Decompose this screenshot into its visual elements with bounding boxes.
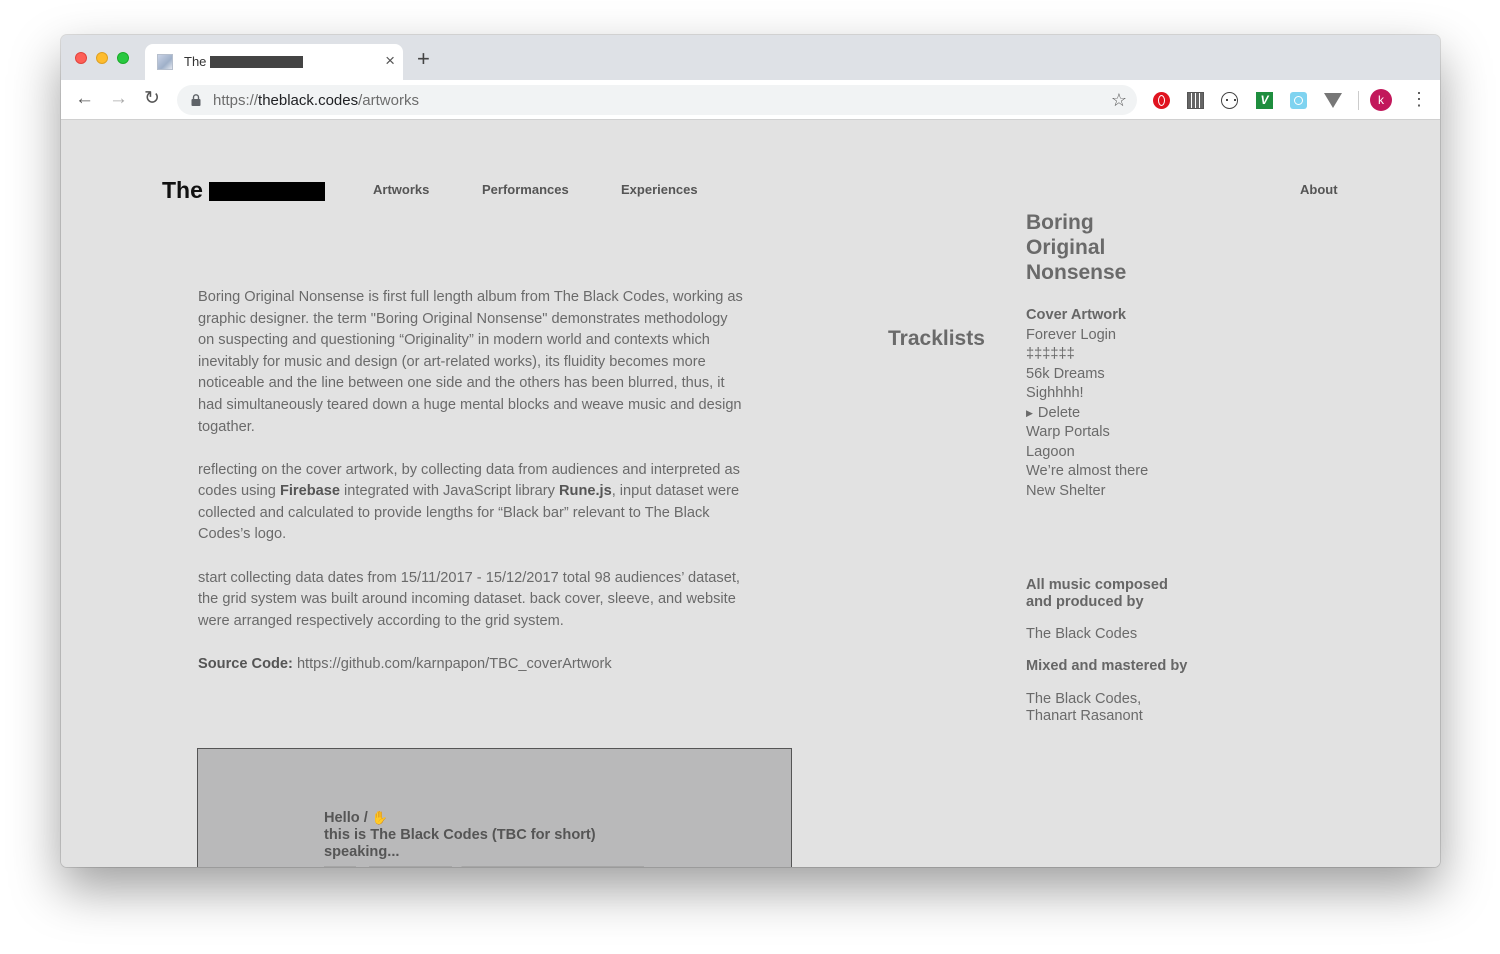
nav-experiences[interactable]: Experiences — [621, 182, 698, 197]
track-item[interactable]: ‡‡‡‡‡‡ — [1026, 345, 1148, 365]
address-bar[interactable]: https://theblack.codes/artworks ☆ — [177, 85, 1137, 115]
preview-text: Hello / ✋ this is The Black Codes (TBC f… — [324, 809, 654, 861]
logo-black-bar — [208, 182, 325, 201]
back-icon[interactable]: ← — [75, 89, 94, 109]
vee-icon[interactable] — [1324, 93, 1342, 108]
track-item[interactable]: 56k Dreams — [1026, 365, 1148, 385]
nav-performances[interactable]: Performances — [482, 182, 569, 197]
source-code-link[interactable]: https://github.com/karnpapon/TBC_coverAr… — [297, 656, 612, 672]
lock-icon — [191, 94, 201, 106]
bookmark-star-icon[interactable]: ☆ — [1111, 90, 1127, 111]
minimize-window-button[interactable] — [96, 52, 108, 64]
article-paragraph-1: Boring Original Nonsense is first full l… — [198, 289, 743, 435]
close-window-button[interactable] — [75, 52, 87, 64]
album-title-line: Nonsense — [1026, 261, 1127, 284]
tab-title: The — [184, 54, 304, 69]
url-host: theblack.codes — [258, 92, 359, 109]
runejs-label: Rune.js — [558, 483, 612, 500]
url-path: /artworks — [358, 92, 419, 109]
profile-avatar[interactable]: k — [1370, 89, 1392, 111]
tab-title-text: The — [184, 54, 207, 69]
track-item[interactable]: Lagoon — [1026, 443, 1148, 463]
active-tab[interactable]: The × — [145, 44, 403, 80]
tab-strip: The × + — [61, 35, 1440, 80]
menu-kebab-icon[interactable]: ⋮ — [1410, 89, 1428, 109]
composed-value: The Black Codes — [1026, 626, 1138, 642]
grid-icon[interactable] — [1187, 92, 1204, 109]
paragraph-2-text-b: integrated with JavaScript library — [339, 483, 559, 500]
site-logo[interactable]: The — [162, 177, 325, 204]
album-title-line: Boring — [1026, 211, 1094, 234]
logo-text: The — [162, 177, 203, 203]
preview-panel: Hello / ✋ this is The Black Codes (TBC f… — [197, 748, 792, 867]
album-title: Boring Original Nonsense — [1026, 210, 1206, 285]
camera-icon[interactable] — [1290, 92, 1307, 109]
source-code-line: Source Code: https://github.com/karnpapo… — [198, 654, 743, 676]
composed-label: All music composed and produced by — [1026, 577, 1168, 611]
preview-greeting: Hello / — [324, 810, 368, 826]
tab-close-icon[interactable]: × — [385, 51, 395, 71]
track-item[interactable]: New Shelter — [1026, 482, 1148, 502]
reload-icon[interactable]: ↻ — [144, 89, 160, 109]
mixed-value-line-2: Thanart Rasanont — [1026, 708, 1143, 724]
article-paragraph-2: reflecting on the cover artwork, by coll… — [198, 460, 743, 546]
tracklists-heading: Tracklists — [888, 327, 985, 350]
source-code-label: Source Code: — [198, 655, 293, 672]
preview-cut-off-text — [324, 866, 644, 867]
opera-icon[interactable] — [1153, 92, 1170, 109]
article-body: Boring Original Nonsense is first full l… — [198, 287, 743, 697]
track-item[interactable]: Forever Login — [1026, 326, 1148, 346]
track-item-label: Delete — [1037, 404, 1081, 421]
firebase-label: Firebase — [279, 483, 340, 500]
preview-line-2: this is The Black Codes (TBC for short) — [324, 827, 596, 843]
composed-label-line-2: and produced by — [1026, 594, 1144, 610]
new-tab-button[interactable]: + — [417, 48, 430, 70]
v-extension-icon[interactable]: V — [1256, 92, 1273, 109]
nav-artworks[interactable]: Artworks — [373, 182, 429, 197]
url-protocol: https:// — [213, 92, 259, 109]
forward-icon[interactable]: → — [109, 89, 128, 109]
circle-code-icon[interactable] — [1221, 92, 1238, 109]
track-item[interactable]: Warp Portals — [1026, 423, 1148, 443]
mixed-value: The Black Codes, Thanart Rasanont — [1026, 691, 1143, 725]
track-item[interactable]: We’re almost there — [1026, 462, 1148, 482]
maximize-window-button[interactable] — [117, 52, 129, 64]
toolbar-divider — [1358, 91, 1359, 110]
web-page: The Artworks Performances Experiences Ab… — [61, 120, 1440, 867]
album-title-line: Original — [1026, 236, 1106, 259]
article-paragraph-3: start collecting data dates from 15/11/2… — [198, 569, 740, 629]
tracklist: Cover Artwork Forever Login ‡‡‡‡‡‡ 56k D… — [1026, 306, 1148, 501]
mixed-value-line-1: The Black Codes, — [1026, 691, 1142, 707]
caret-right-icon: ▶ — [1026, 407, 1033, 418]
nav-about[interactable]: About — [1300, 182, 1338, 197]
waving-hand-icon: ✋ — [371, 810, 389, 825]
browser-window: The × + ← → ↻ https://theblack.codes/art… — [61, 35, 1440, 867]
track-item-expandable[interactable]: ▶ Delete — [1026, 404, 1148, 424]
url-text[interactable]: https://theblack.codes/artworks — [213, 92, 419, 109]
favicon-icon — [157, 54, 173, 70]
preview-line-3: speaking... — [324, 844, 400, 860]
tab-title-redaction-bar — [210, 55, 304, 68]
browser-toolbar: ← → ↻ https://theblack.codes/artworks ☆ … — [61, 80, 1440, 120]
mixed-label: Mixed and mastered by — [1026, 658, 1188, 674]
cover-artwork-item[interactable]: Cover Artwork — [1026, 306, 1148, 326]
track-item[interactable]: Sighhhh! — [1026, 384, 1148, 404]
composed-label-line-1: All music composed — [1026, 577, 1168, 593]
preview-line-1: Hello / ✋ — [324, 809, 654, 827]
